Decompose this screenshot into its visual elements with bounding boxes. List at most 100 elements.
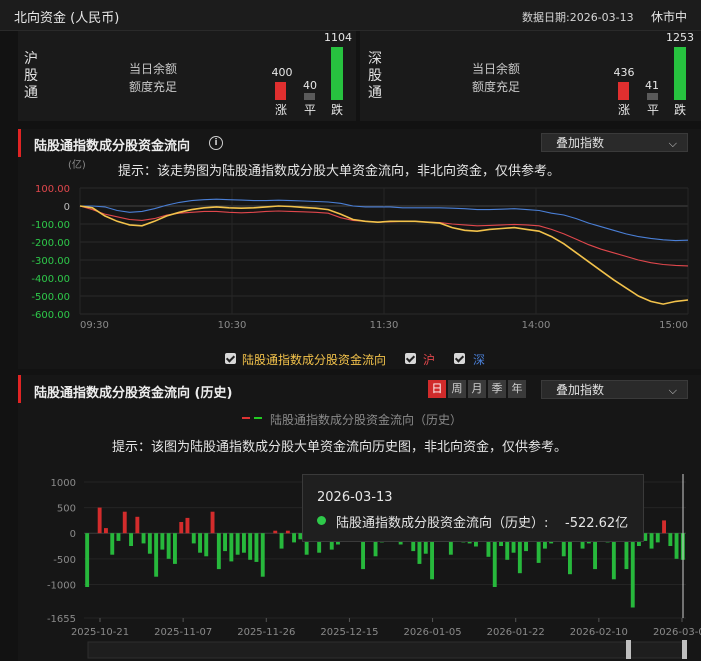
- bar: [122, 511, 127, 534]
- intraday-section: 陆股通指数成分股资金流向 i 叠加指数 ⌵ 提示：该走势图为陆股通指数成分股大单…: [18, 129, 701, 369]
- tab-quarter[interactable]: 季: [488, 380, 506, 398]
- bar: [260, 533, 265, 577]
- overlay-select-label: 叠加指数: [556, 383, 605, 397]
- y-tick-label: -1000: [47, 580, 76, 591]
- y-tick-label: -500.00: [31, 292, 70, 303]
- page-header: 北向资金 (人民币) 数据日期:2026-03-13 休市中: [0, 0, 701, 31]
- down-count: 1253: [666, 31, 694, 44]
- down-label: 跌: [330, 103, 343, 117]
- legend-sz-label: 深: [473, 353, 486, 367]
- legend-sh-checkbox[interactable]: [405, 353, 416, 364]
- overlay-index-select[interactable]: 叠加指数 ⌵: [541, 380, 688, 399]
- tab-month[interactable]: 月: [468, 380, 486, 398]
- down-label: 跌: [673, 103, 686, 117]
- bar: [674, 533, 679, 559]
- bar: [110, 533, 115, 555]
- bar: [223, 533, 227, 552]
- y-tick-label: -300.00: [31, 256, 70, 267]
- legend-swatch: [242, 417, 262, 419]
- bar: [649, 533, 654, 549]
- tab-year[interactable]: 年: [508, 380, 526, 398]
- x-tick-label: 11:30: [370, 320, 399, 331]
- page-title: 北向资金 (人民币): [14, 11, 120, 26]
- up-label: 涨: [274, 103, 287, 117]
- range-handle-left: [626, 640, 631, 659]
- range-slider: [87, 641, 685, 659]
- balance-label: 当日余额: [129, 62, 178, 76]
- chevron-down-icon: ⌵: [668, 137, 677, 150]
- market-status: 休市中: [651, 10, 688, 24]
- tab-week[interactable]: 周: [448, 380, 466, 398]
- market-name: 深股通: [368, 51, 382, 101]
- y-tick-label: -100.00: [31, 220, 70, 231]
- bar: [279, 533, 284, 549]
- market-name: 沪股通: [24, 51, 38, 101]
- x-tick-label: 2025-11-07: [154, 627, 212, 638]
- section-marker: [18, 375, 21, 403]
- bar: [204, 533, 209, 557]
- legend-sz-checkbox[interactable]: [454, 353, 465, 364]
- bar: [662, 520, 666, 534]
- flat-count: 41: [645, 79, 659, 92]
- x-tick-label: 2025-10-21: [71, 627, 129, 638]
- bar: [216, 533, 221, 570]
- y-tick-label: 0: [64, 202, 70, 213]
- y-tick-label: 1000: [51, 478, 76, 489]
- y-tick-label: -600.00: [31, 310, 70, 321]
- y-tick-label: -500: [53, 555, 76, 566]
- bar: [210, 511, 215, 534]
- y-tick-label: -200.00: [31, 238, 70, 249]
- bar: [135, 516, 140, 534]
- bar: [630, 533, 635, 608]
- x-tick-label: 10:30: [218, 320, 247, 331]
- chart-tooltip: 2026-03-13 陆股通指数成分股资金流向（历史）: -522.62亿: [302, 474, 644, 542]
- bar: [273, 530, 278, 534]
- flat-bar: [647, 93, 658, 100]
- chevron-down-icon: ⌵: [668, 384, 677, 397]
- bar: [160, 533, 165, 550]
- y-tick-label: -1655: [47, 614, 76, 625]
- up-count: 436: [613, 66, 635, 79]
- section-marker: [18, 129, 21, 157]
- x-tick-label: 09:30: [80, 320, 109, 331]
- bar: [185, 517, 190, 534]
- overlay-select-label: 叠加指数: [556, 136, 605, 150]
- section-title: 陆股通指数成分股资金流向: [34, 139, 191, 154]
- intraday-chart[interactable]: (亿) 100.00 0 -100.00 -200.00 -300.00 -400.00 -5…: [18, 154, 701, 344]
- bar: [254, 533, 259, 562]
- bar: [191, 533, 196, 544]
- bar: [129, 533, 133, 546]
- data-date: 数据日期:2026-03-13: [522, 11, 634, 24]
- balance-value: 额度充足: [472, 80, 521, 94]
- balance-value: 额度充足: [129, 80, 178, 94]
- y-tick-label: -400.00: [31, 274, 70, 285]
- bar: [97, 507, 102, 534]
- legend-main-checkbox[interactable]: [225, 353, 236, 364]
- market-panel-sh: 沪股通 当日余额 额度充足 400 40 1104 涨 平 跌: [18, 31, 356, 121]
- history-section: 陆股通指数成分股资金流向 (历史) 日 周 月 季 年 叠加指数 ⌵ 陆股通指数…: [18, 375, 701, 661]
- range-handle-right: [682, 640, 687, 659]
- flat-label: 平: [303, 103, 316, 117]
- bar: [229, 533, 234, 562]
- x-tick-label: 14:00: [522, 320, 551, 331]
- bar: [147, 533, 152, 554]
- y-tick-label: 0: [70, 529, 76, 540]
- bar: [154, 533, 159, 577]
- info-icon[interactable]: i: [209, 136, 223, 150]
- x-tick-label: 2026-02-10: [570, 627, 628, 638]
- bar: [668, 533, 673, 546]
- up-bar: [618, 82, 629, 100]
- up-count: 400: [271, 66, 293, 79]
- flat-label: 平: [646, 103, 659, 117]
- bar: [166, 533, 171, 559]
- bar: [285, 530, 290, 534]
- bar: [235, 533, 240, 555]
- tooltip-value: -522.62亿: [565, 516, 629, 531]
- bar: [179, 522, 184, 534]
- balance-label: 当日余额: [472, 62, 521, 76]
- bar: [104, 528, 108, 534]
- bar: [655, 533, 660, 543]
- tab-day[interactable]: 日: [428, 380, 446, 398]
- legend-label[interactable]: 陆股通指数成分股资金流向（历史）: [270, 411, 462, 428]
- overlay-index-select[interactable]: 叠加指数 ⌵: [541, 133, 688, 152]
